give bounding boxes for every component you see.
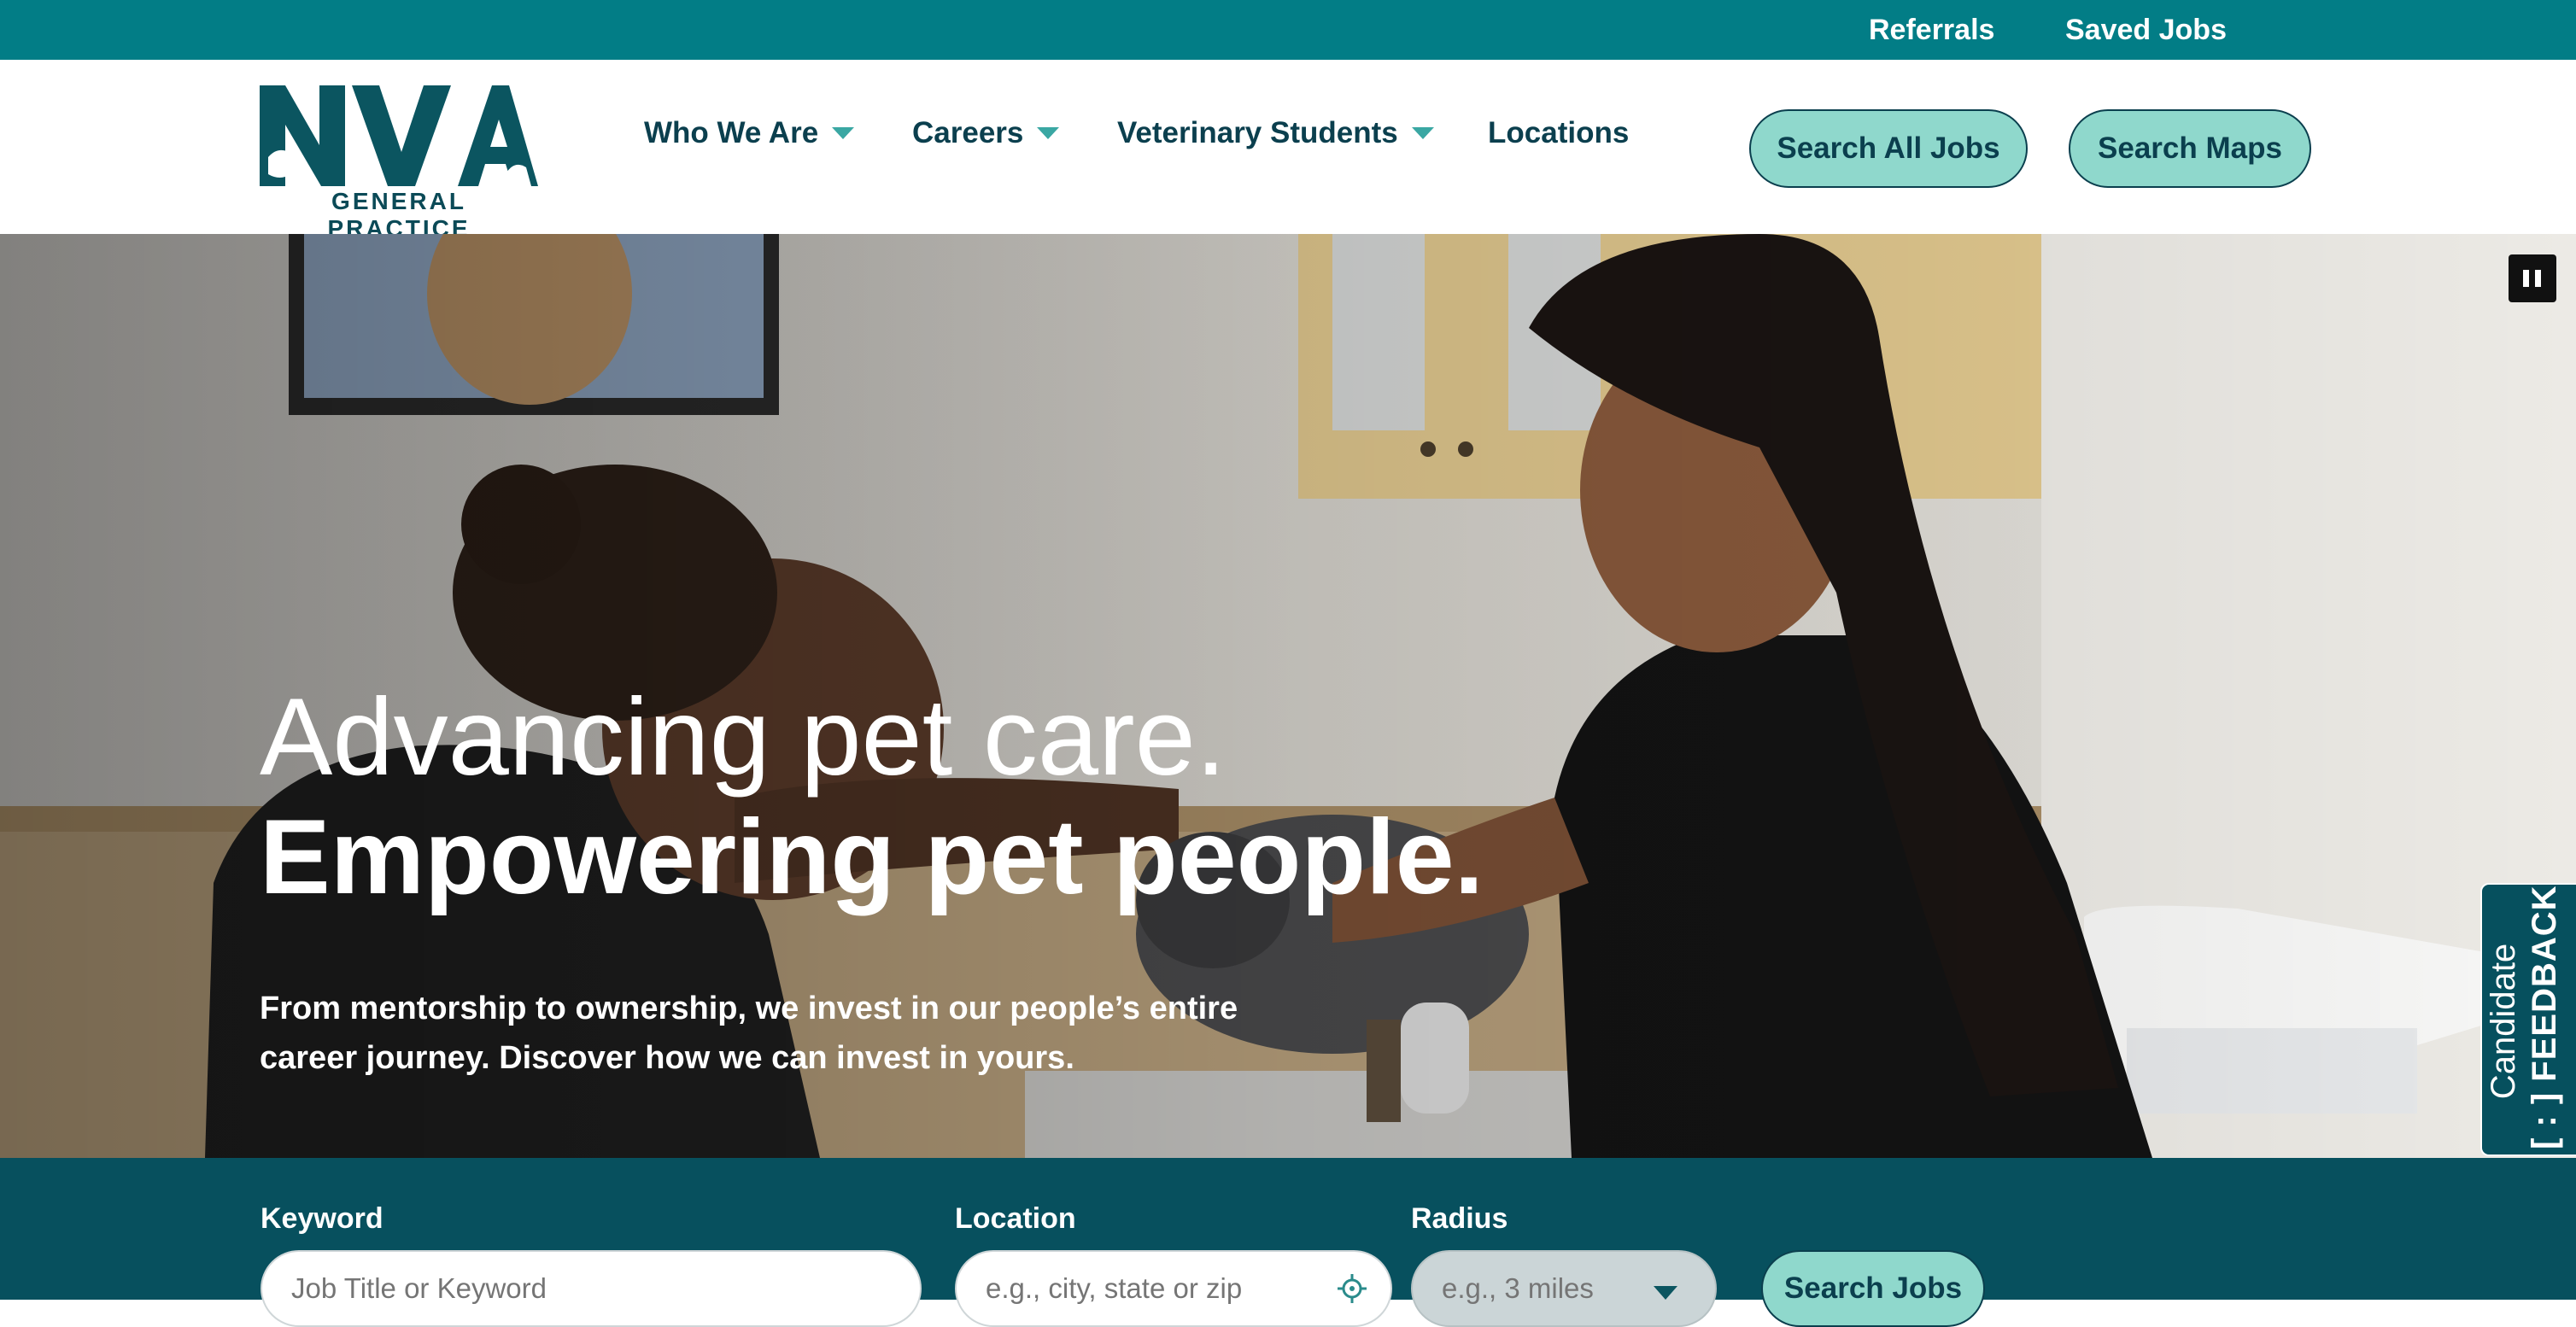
feedback-line-2-label: FEEDBACK	[2526, 885, 2563, 1082]
saved-jobs-link[interactable]: Saved Jobs	[2065, 0, 2227, 60]
keyword-label: Keyword	[261, 1202, 383, 1235]
feedback-bracket-icon: [ : ]	[2526, 1081, 2563, 1149]
radius-select[interactable]	[1411, 1250, 1717, 1327]
location-label: Location	[955, 1202, 1076, 1235]
hero-headline-light: Advancing pet care.	[260, 676, 1227, 798]
caret-down-icon	[1411, 126, 1434, 139]
nva-logo[interactable]: GENERAL PRACTICE	[260, 85, 538, 242]
referrals-link[interactable]: Referrals	[1869, 0, 1994, 60]
keyword-input[interactable]	[261, 1250, 922, 1327]
chevron-down-icon	[1654, 1286, 1677, 1300]
nav-who-we-are[interactable]: Who We Are	[644, 113, 855, 154]
hero-headline-bold: Empowering pet people.	[260, 798, 1484, 916]
nav-careers[interactable]: Careers	[912, 113, 1060, 154]
pause-bar-right	[2535, 270, 2541, 287]
nav-locations[interactable]: Locations	[1488, 113, 1629, 154]
nav-who-we-are-label: Who We Are	[644, 116, 819, 149]
search-jobs-button[interactable]: Search Jobs	[1761, 1250, 1985, 1327]
feedback-tab-content: Candidate [ : ] FEEDBACK	[2483, 885, 2576, 1149]
nav-veterinary-students-label: Veterinary Students	[1117, 116, 1398, 149]
radius-label: Radius	[1411, 1202, 1508, 1235]
caret-down-icon	[832, 126, 855, 139]
nav-locations-label: Locations	[1488, 116, 1630, 149]
feedback-line-2: [ : ] FEEDBACK	[2524, 885, 2565, 1149]
feedback-line-1: Candidate	[2485, 943, 2522, 1100]
nav-veterinary-students[interactable]: Veterinary Students	[1117, 113, 1434, 154]
hero-subtext: From mentorship to ownership, we invest …	[260, 991, 1238, 1076]
nva-logo-mark	[260, 85, 538, 186]
location-input[interactable]	[955, 1250, 1392, 1327]
location-field	[955, 1250, 1392, 1327]
search-all-jobs-button[interactable]: Search All Jobs	[1749, 109, 2028, 188]
nav-careers-label: Careers	[912, 116, 1024, 149]
search-maps-button[interactable]: Search Maps	[2069, 109, 2311, 188]
pause-bar-left	[2523, 270, 2529, 287]
caret-down-icon	[1037, 126, 1060, 139]
pause-icon[interactable]	[2509, 254, 2556, 302]
hero-section: Advancing pet care. Empowering pet peopl…	[0, 234, 2576, 1158]
site-header: GENERAL PRACTICE Who We Are Careers Vete…	[0, 60, 2576, 242]
crosshair-icon[interactable]	[1336, 1272, 1368, 1305]
candidate-feedback-tab[interactable]: Candidate [ : ] FEEDBACK	[2480, 883, 2576, 1156]
utility-bar: Referrals Saved Jobs	[0, 0, 2576, 60]
job-search-bar: Keyword Location Radius Search Jobs	[0, 1158, 2576, 1327]
